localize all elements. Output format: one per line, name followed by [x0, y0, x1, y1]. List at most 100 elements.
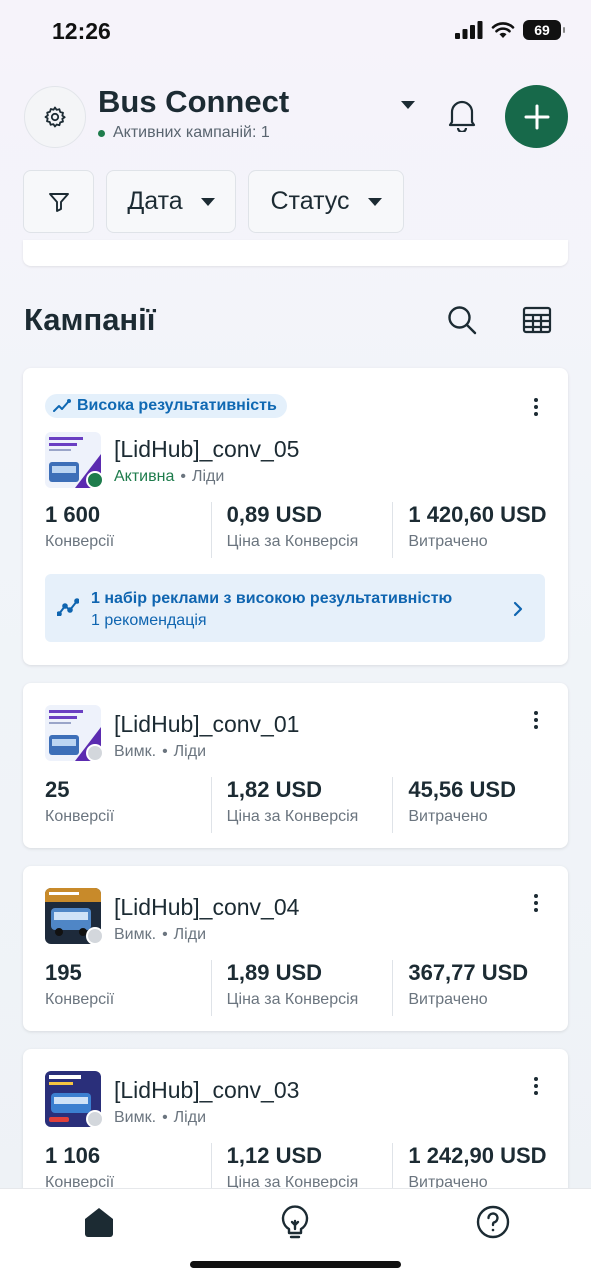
status-dot-active	[86, 471, 104, 489]
separator-dot: •	[180, 468, 186, 485]
help-icon[interactable]	[476, 1205, 510, 1239]
lightbulb-icon[interactable]	[279, 1203, 311, 1241]
separator-dot: •	[162, 743, 168, 760]
more-options-icon[interactable]	[534, 1077, 538, 1095]
status-icons: 69	[455, 20, 565, 40]
metric-spent: 45,56 USD Витрачено	[386, 777, 568, 833]
campaign-objective: Ліди	[173, 743, 206, 760]
chevron-down-icon	[367, 197, 382, 206]
metric-spent: 1 242,90 USD Витрачено	[386, 1143, 568, 1199]
home-indicator	[190, 1261, 401, 1268]
status-dot-off	[86, 1110, 104, 1128]
metric-cost-per-conversion: 1,12 USD Ціна за Конверсія	[205, 1143, 387, 1199]
active-campaigns-status: Активних кампаній: 1	[98, 124, 270, 142]
filter-button[interactable]	[23, 170, 94, 233]
metric-conversions: 1 106 Конверсії	[23, 1143, 205, 1192]
metric-value: 1 600	[45, 502, 101, 527]
recommendation-subtitle: 1 рекомендація	[91, 612, 207, 629]
metrics-row: 1 106 Конверсії 1,12 USD Ціна за Конверс…	[23, 1143, 568, 1199]
campaign-status: Активна	[114, 468, 175, 485]
recommendation-banner[interactable]: 1 набір реклами з високою результативніс…	[45, 574, 545, 642]
metric-cost-per-conversion: 1,82 USD Ціна за Конверсія	[205, 777, 387, 833]
plus-icon	[524, 104, 549, 129]
filter-icon	[48, 192, 69, 212]
trend-up-icon	[53, 399, 71, 412]
campaign-objective: Ліди	[191, 468, 225, 485]
metric-conversions: 195 Конверсії	[23, 960, 205, 1009]
campaign-name: [LidHub]_conv_04	[114, 894, 300, 920]
battery-indicator: 69	[523, 20, 565, 40]
badge-label: Висока результативність	[77, 397, 277, 414]
campaign-name: [LidHub]_conv_01	[114, 711, 300, 737]
table-view-icon[interactable]	[522, 306, 552, 334]
metric-value: 1,89 USD	[226, 960, 323, 985]
settings-button[interactable]	[24, 86, 86, 148]
metrics-row: 25 Конверсії 1,82 USD Ціна за Конверсія …	[23, 777, 568, 833]
account-dropdown-icon[interactable]	[400, 99, 416, 111]
metric-label: Витрачено	[408, 533, 488, 550]
metric-value: 0,89 USD	[226, 502, 323, 527]
metric-label: Витрачено	[408, 808, 488, 825]
more-options-icon[interactable]	[534, 894, 538, 912]
search-icon[interactable]	[447, 305, 477, 335]
more-options-icon[interactable]	[534, 711, 538, 729]
metric-label: Конверсії	[45, 991, 115, 1008]
status-dot-off	[86, 744, 104, 762]
campaign-objective: Ліди	[173, 926, 206, 943]
metrics-row: 1 600 Конверсії 0,89 USD Ціна за Конверс…	[23, 502, 568, 558]
metric-value: 1 242,90 USD	[408, 1143, 547, 1168]
metric-spent: 1 420,60 USD Витрачено	[386, 502, 568, 558]
metric-value: 195	[45, 960, 82, 985]
bell-icon[interactable]	[446, 98, 478, 132]
metric-value: 367,77 USD	[408, 960, 529, 985]
campaign-card[interactable]: Висока результативність [LidHub]_conv_05…	[23, 368, 568, 665]
chevron-right-icon	[513, 601, 523, 617]
recommendation-title: 1 набір реклами з високою результативніс…	[91, 590, 453, 607]
campaign-status-line: Активна • Ліди	[114, 468, 224, 486]
campaign-status-line: Вимк. • Ліди	[114, 743, 206, 761]
more-options-icon[interactable]	[534, 398, 538, 416]
campaign-name: [LidHub]_conv_03	[114, 1077, 300, 1103]
collapsed-card	[23, 240, 568, 266]
active-status-dot	[98, 129, 105, 137]
create-campaign-button[interactable]	[505, 85, 568, 148]
chevron-down-icon	[200, 197, 215, 206]
high-performance-badge: Висока результативність	[45, 394, 287, 418]
separator-dot: •	[162, 1109, 168, 1126]
signal-icon	[455, 21, 483, 39]
metric-value: 1,12 USD	[226, 1143, 323, 1168]
trend-chart-icon	[57, 598, 79, 616]
home-icon[interactable]	[82, 1205, 116, 1239]
metric-value: 25	[45, 777, 70, 802]
status-filter-label: Статус	[270, 187, 350, 215]
metric-value: 1,82 USD	[226, 777, 323, 802]
metric-conversions: 1 600 Конверсії	[23, 502, 205, 551]
wifi-icon	[491, 22, 515, 38]
metric-label: Ціна за Конверсія	[226, 533, 359, 550]
date-filter-dropdown[interactable]: Дата	[106, 170, 236, 233]
metric-label: Витрачено	[408, 991, 488, 1008]
metric-cost-per-conversion: 0,89 USD Ціна за Конверсія	[205, 502, 387, 558]
metric-label: Конверсії	[45, 533, 115, 550]
status-filter-dropdown[interactable]: Статус	[248, 170, 404, 233]
gear-icon	[44, 106, 66, 128]
campaign-status: Вимк.	[114, 743, 157, 760]
campaign-card[interactable]: [LidHub]_conv_04 Вимк. • Ліди 195 Конвер…	[23, 866, 568, 1031]
campaign-status: Вимк.	[114, 926, 157, 943]
metric-conversions: 25 Конверсії	[23, 777, 205, 826]
campaign-objective: Ліди	[173, 1109, 206, 1126]
campaign-name: [LidHub]_conv_05	[114, 436, 300, 462]
metric-label: Ціна за Конверсія	[226, 808, 359, 825]
account-name[interactable]: Bus Connect	[98, 84, 289, 120]
campaign-card[interactable]: [LidHub]_conv_01 Вимк. • Ліди 25 Конверс…	[23, 683, 568, 848]
separator-dot: •	[162, 926, 168, 943]
metric-spent: 367,77 USD Витрачено	[386, 960, 568, 1016]
metric-value: 1 420,60 USD	[408, 502, 547, 527]
date-filter-label: Дата	[127, 187, 183, 215]
section-title: Кампанії	[24, 302, 156, 337]
campaign-status-line: Вимк. • Ліди	[114, 1109, 206, 1127]
metric-label: Конверсії	[45, 808, 115, 825]
metric-label: Ціна за Конверсія	[226, 991, 359, 1008]
metric-cost-per-conversion: 1,89 USD Ціна за Конверсія	[205, 960, 387, 1016]
active-campaigns-text: Активних кампаній: 1	[113, 124, 270, 141]
